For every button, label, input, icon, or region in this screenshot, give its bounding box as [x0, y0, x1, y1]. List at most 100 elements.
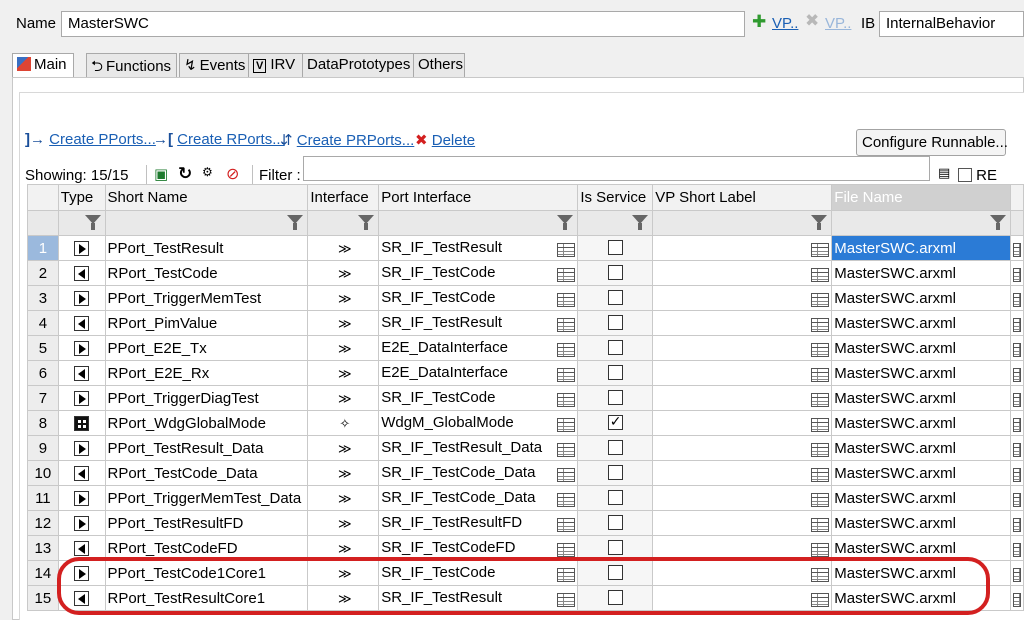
- short-name-cell[interactable]: RPort_TestCodeFD: [104, 535, 309, 561]
- file-name-cell[interactable]: MasterSWC.arxml: [831, 260, 1011, 286]
- is-service-cell[interactable]: [577, 310, 654, 336]
- is-service-cell[interactable]: [577, 460, 654, 486]
- short-name-cell[interactable]: RPort_TestResultCore1: [104, 585, 309, 611]
- row-number[interactable]: 13: [27, 535, 59, 561]
- table-browse-icon[interactable]: [557, 518, 576, 532]
- col-is-service[interactable]: Is Service: [577, 184, 654, 211]
- excel-export-icon[interactable]: ▣: [154, 165, 168, 183]
- table-browse-icon[interactable]: [557, 318, 576, 332]
- col-type[interactable]: Type: [57, 184, 106, 211]
- row-number[interactable]: 15: [27, 585, 59, 611]
- vp-short-label-cell[interactable]: [652, 535, 833, 561]
- is-service-checkbox[interactable]: [607, 239, 623, 255]
- is-service-checkbox[interactable]: [607, 464, 623, 480]
- col-port-interface[interactable]: Port Interface: [378, 184, 579, 211]
- is-service-cell[interactable]: [577, 285, 654, 311]
- is-service-checkbox[interactable]: [607, 289, 623, 305]
- create-prports-action[interactable]: ⇵ Create PRPorts...: [280, 131, 414, 153]
- is-service-checkbox[interactable]: [607, 413, 623, 430]
- table-row[interactable]: 11 PPort_TriggerMemTest_Data ≫ SR_IF_TestCo…: [27, 485, 1024, 511]
- table-browse-icon[interactable]: [557, 468, 576, 482]
- table-browse-icon[interactable]: [557, 443, 576, 457]
- row-number[interactable]: 4: [27, 310, 59, 336]
- port-interface-cell[interactable]: SR_IF_TestCode_Data: [378, 460, 579, 486]
- is-service-cell[interactable]: [577, 560, 654, 586]
- clear-filter-icon[interactable]: ⊘: [226, 164, 239, 184]
- file-name-cell[interactable]: MasterSWC.arxml: [831, 435, 1011, 461]
- row-number[interactable]: 7: [27, 385, 59, 411]
- is-service-checkbox[interactable]: [607, 564, 623, 580]
- table-browse-icon[interactable]: [557, 593, 576, 607]
- table-row[interactable]: 3 PPort_TriggerMemTest ≫ SR_IF_TestCode Mast…: [27, 285, 1024, 311]
- table-row[interactable]: 6 RPort_E2E_Rx ≫ E2E_DataInterface MasterSWC…: [27, 360, 1024, 386]
- tab-dataprototypes[interactable]: DataPrototypes: [302, 53, 423, 77]
- short-name-cell[interactable]: PPort_TestCode1Core1: [104, 560, 309, 586]
- col-file-name[interactable]: File Name: [831, 184, 1011, 211]
- is-service-checkbox[interactable]: [607, 514, 623, 530]
- ib-field[interactable]: InternalBehavior: [879, 11, 1024, 37]
- is-service-cell[interactable]: [577, 410, 654, 436]
- filter-input[interactable]: [303, 156, 930, 181]
- port-interface-cell[interactable]: SR_IF_TestResult: [378, 235, 579, 261]
- create-rports-link[interactable]: Create RPorts...: [177, 131, 285, 148]
- vp-short-label-cell[interactable]: [652, 285, 833, 311]
- table-browse-icon[interactable]: [811, 393, 830, 407]
- is-service-checkbox[interactable]: [607, 314, 623, 330]
- table-row[interactable]: 2 RPort_TestCode ≫ SR_IF_TestCode MasterSWC.…: [27, 260, 1024, 286]
- tab-events[interactable]: ↯ Events: [179, 53, 257, 77]
- row-number[interactable]: 9: [27, 435, 59, 461]
- file-name-cell[interactable]: MasterSWC.arxml: [831, 510, 1011, 536]
- delete-action[interactable]: ✖ Delete: [415, 131, 475, 153]
- file-name-cell[interactable]: MasterSWC.arxml: [831, 335, 1011, 361]
- port-interface-cell[interactable]: E2E_DataInterface: [378, 335, 579, 361]
- filter-funnel-icon[interactable]: [358, 215, 375, 230]
- table-browse-icon[interactable]: [811, 343, 830, 357]
- row-number[interactable]: 3: [27, 285, 59, 311]
- re-checkbox[interactable]: [958, 168, 972, 182]
- table-browse-icon[interactable]: [811, 468, 830, 482]
- refresh-icon[interactable]: ↻: [178, 164, 192, 184]
- file-name-cell[interactable]: MasterSWC.arxml: [831, 460, 1011, 486]
- filter-cell-file-name[interactable]: [831, 210, 1011, 236]
- row-number[interactable]: 6: [27, 360, 59, 386]
- is-service-cell[interactable]: [577, 435, 654, 461]
- table-row[interactable]: 13 RPort_TestCodeFD ≫ SR_IF_TestCodeFD Maste…: [27, 535, 1024, 561]
- table-browse-icon[interactable]: [557, 543, 576, 557]
- table-browse-icon[interactable]: [811, 593, 830, 607]
- table-browse-icon[interactable]: [811, 368, 830, 382]
- name-field[interactable]: MasterSWC: [61, 11, 745, 37]
- table-browse-icon[interactable]: [811, 568, 830, 582]
- columns-icon[interactable]: ⚙: [202, 165, 213, 179]
- file-name-cell[interactable]: MasterSWC.arxml: [831, 485, 1011, 511]
- vp-short-label-cell[interactable]: [652, 360, 833, 386]
- file-name-cell[interactable]: MasterSWC.arxml: [831, 560, 1011, 586]
- vp-short-label-cell[interactable]: [652, 460, 833, 486]
- tab-others[interactable]: Others: [413, 53, 465, 77]
- table-browse-icon[interactable]: [811, 493, 830, 507]
- is-service-checkbox[interactable]: [607, 539, 623, 555]
- is-service-cell[interactable]: [577, 535, 654, 561]
- is-service-cell[interactable]: [577, 260, 654, 286]
- filter-cell-type[interactable]: [57, 210, 106, 236]
- row-number[interactable]: 10: [27, 460, 59, 486]
- filter-cell-is-service[interactable]: [577, 210, 654, 236]
- file-name-cell[interactable]: MasterSWC.arxml: [831, 410, 1011, 436]
- short-name-cell[interactable]: PPort_TriggerDiagTest: [104, 385, 309, 411]
- table-row[interactable]: 8 RPort_WdgGlobalMode ✧ WdgM_GlobalMode Mast…: [27, 410, 1024, 436]
- vp-short-label-cell[interactable]: [652, 585, 833, 611]
- row-number[interactable]: 1: [27, 235, 59, 261]
- port-interface-cell[interactable]: E2E_DataInterface: [378, 360, 579, 386]
- table-row[interactable]: 10 RPort_TestCode_Data ≫ SR_IF_TestCode_Dat…: [27, 460, 1024, 486]
- file-name-cell[interactable]: MasterSWC.arxml: [831, 285, 1011, 311]
- delete-link[interactable]: Delete: [432, 132, 475, 149]
- file-name-cell[interactable]: MasterSWC.arxml: [831, 310, 1011, 336]
- filter-funnel-icon[interactable]: [557, 215, 574, 230]
- col-interface[interactable]: Interface: [307, 184, 380, 211]
- table-browse-icon[interactable]: [811, 293, 830, 307]
- table-browse-icon[interactable]: [557, 418, 576, 432]
- file-name-cell[interactable]: MasterSWC.arxml: [831, 235, 1011, 261]
- table-row[interactable]: 9 PPort_TestResult_Data ≫ SR_IF_TestResult_…: [27, 435, 1024, 461]
- port-interface-cell[interactable]: WdgM_GlobalMode: [378, 410, 579, 436]
- row-number[interactable]: 8: [27, 410, 59, 436]
- short-name-cell[interactable]: PPort_TriggerMemTest: [104, 285, 309, 311]
